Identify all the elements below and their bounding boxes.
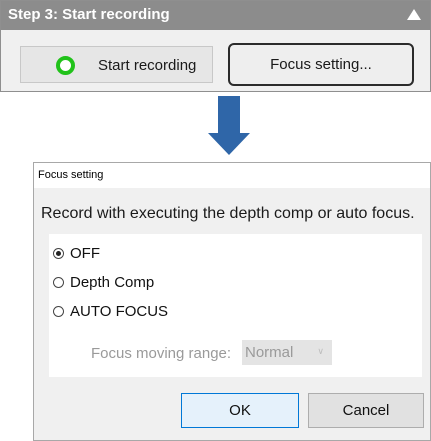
ok-label: OK [229, 402, 251, 419]
focus-range-value: Normal [245, 344, 294, 361]
focus-setting-label: Focus setting... [270, 56, 372, 73]
radio-auto-focus-label: AUTO FOCUS [70, 303, 169, 320]
radio-unchecked-icon[interactable] [53, 277, 64, 288]
ok-button[interactable]: OK [181, 393, 299, 428]
panel-header[interactable]: Step 3: Start recording [1, 1, 430, 30]
collapse-up-icon[interactable] [407, 9, 421, 20]
dialog-title: Focus setting [38, 169, 104, 181]
focus-setting-button[interactable]: Focus setting... [228, 43, 414, 86]
radio-depth-comp[interactable]: Depth Comp [53, 274, 154, 291]
radio-off[interactable]: OFF [53, 245, 100, 262]
start-recording-button[interactable]: Start recording [20, 46, 213, 83]
dialog-description: Record with executing the depth comp or … [41, 205, 415, 222]
step3-panel: Step 3: Start recording Start recording … [0, 0, 431, 92]
cancel-button[interactable]: Cancel [308, 393, 424, 428]
chevron-down-icon: ∨ [317, 346, 324, 356]
down-arrow-icon [218, 96, 240, 134]
record-circle-icon [56, 56, 75, 75]
focus-setting-dialog: Focus setting Record with executing the … [33, 162, 431, 441]
radio-auto-focus[interactable]: AUTO FOCUS [53, 303, 168, 320]
radio-unchecked-icon[interactable] [53, 306, 64, 317]
focus-range-select[interactable]: Normal ∨ [242, 340, 332, 365]
focus-range-label: Focus moving range: [91, 345, 232, 362]
cancel-label: Cancel [342, 402, 390, 419]
radio-checked-icon[interactable] [53, 248, 64, 259]
down-arrow-head [208, 133, 250, 155]
radio-depth-comp-label: Depth Comp [70, 274, 155, 291]
dialog-titlebar[interactable]: Focus setting [34, 163, 430, 188]
panel-title: Step 3: Start recording [8, 6, 170, 23]
radio-off-label: OFF [70, 245, 100, 262]
options-group: OFF Depth Comp AUTO FOCUS Focus moving r… [49, 234, 422, 377]
start-recording-label: Start recording [98, 57, 197, 74]
